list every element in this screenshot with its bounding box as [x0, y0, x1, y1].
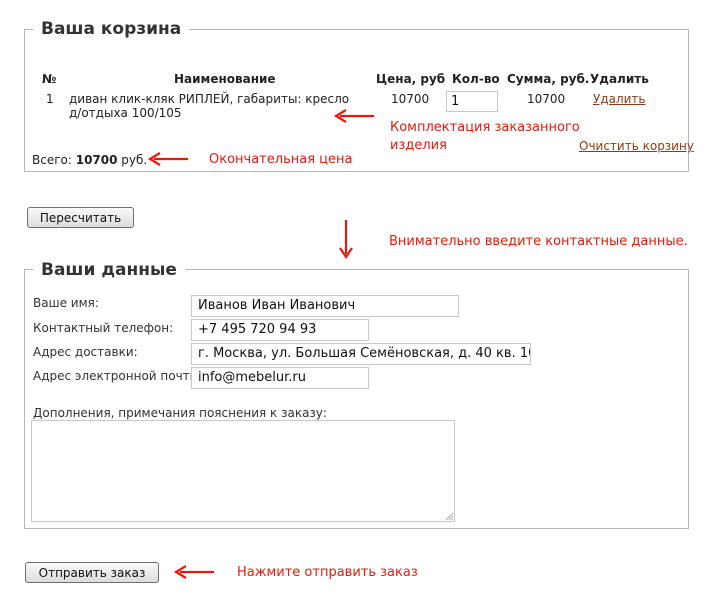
phone-field[interactable]: +7 495 720 94 93	[191, 319, 369, 341]
col-header-num: №	[42, 72, 57, 86]
col-header-sum: Сумма, руб.	[507, 72, 590, 86]
arrow-left-icon	[173, 565, 214, 579]
arrow-left-icon	[333, 109, 374, 123]
contact-legend: Ваши данные	[33, 260, 185, 280]
annotation-contacts: Внимательно введите контактные данные.	[389, 234, 688, 249]
annotation-set-line2: изделия	[390, 138, 447, 153]
delete-item-link[interactable]: Удалить	[593, 92, 646, 106]
notes-textarea[interactable]	[31, 420, 455, 522]
name-label: Ваше имя:	[33, 296, 99, 310]
annotation-final-price: Окончательная цена	[209, 152, 353, 167]
cell-name-line2: д/отдыха 100/105	[69, 106, 182, 120]
quantity-input[interactable]: 1	[446, 91, 498, 112]
email-field[interactable]: info@mebelur.ru	[191, 367, 369, 389]
recalculate-button[interactable]: Пересчитать	[27, 207, 134, 228]
resize-handle-icon[interactable]	[444, 511, 454, 521]
total-prefix: Всего:	[32, 153, 76, 167]
clear-cart-link[interactable]: Очистить корзину	[579, 139, 694, 153]
col-header-qty: Кол-во	[452, 72, 500, 86]
arrow-left-icon	[147, 152, 188, 166]
submit-order-button[interactable]: Отправить заказ	[25, 562, 159, 583]
cell-sum: 10700	[527, 92, 566, 106]
notes-label: Дополнения, примечания пояснения к заказ…	[33, 406, 327, 420]
col-header-name: Наименование	[174, 72, 276, 86]
annotation-set-line1: Комплектация заказанного	[390, 120, 580, 135]
name-field[interactable]: Иванов Иван Иванович	[191, 295, 459, 317]
arrow-down-icon	[339, 220, 353, 259]
cell-price: 10700	[391, 92, 430, 106]
annotation-submit: Нажмите отправить заказ	[237, 565, 418, 580]
cell-num: 1	[46, 92, 54, 106]
cart-legend: Ваша корзина	[33, 19, 190, 39]
cart-total: Всего: 10700 руб.	[32, 153, 147, 167]
col-header-price: Цена, руб	[376, 72, 446, 86]
cell-name-line1: диван клик-кляк РИПЛЕЙ, габариты: кресло	[69, 92, 350, 106]
phone-label: Контактный телефон:	[33, 321, 174, 335]
email-label: Адрес электронной почты:	[33, 369, 204, 383]
total-value: 10700	[75, 153, 118, 167]
address-field[interactable]: г. Москва, ул. Большая Семёновская, д. 4…	[191, 343, 531, 365]
address-label: Адрес доставки:	[33, 345, 138, 359]
total-suffix: руб.	[117, 153, 148, 167]
col-header-delete: Удалить	[590, 72, 649, 86]
